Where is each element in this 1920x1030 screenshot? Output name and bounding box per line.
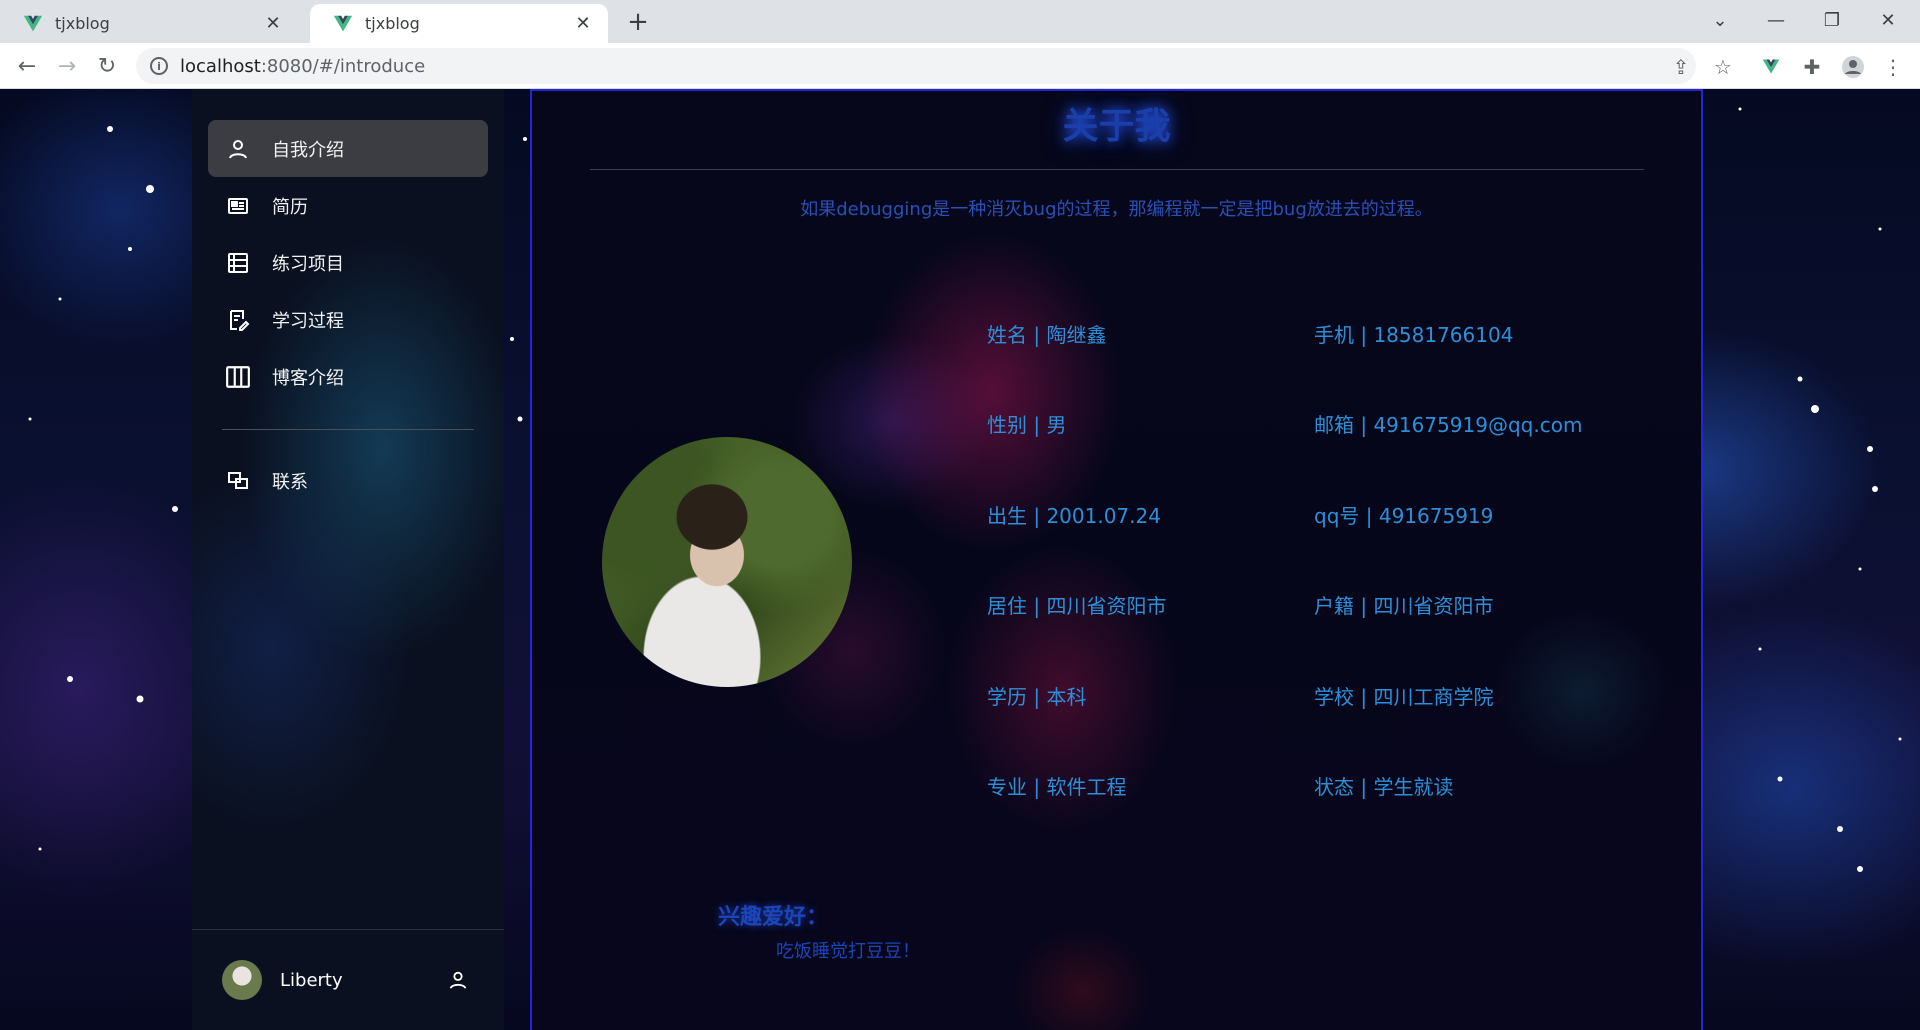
- sidebar-item-blog-intro[interactable]: 博客介绍: [208, 348, 488, 405]
- title-divider: [590, 169, 1644, 170]
- sidebar-item-label: 学习过程: [272, 310, 344, 332]
- motto-text: 如果debugging是一种消灭bug的过程，那编程就一定是把bug放进去的过程…: [800, 199, 1433, 220]
- forward-icon[interactable]: →: [50, 49, 84, 83]
- sidebar-divider: [222, 429, 474, 430]
- address-bar[interactable]: i localhost:8080/#/introduce: [136, 48, 1696, 84]
- info-residence: 居住 | 四川省资阳市: [987, 594, 1167, 618]
- url-text: localhost:8080/#/introduce: [180, 55, 426, 77]
- back-icon[interactable]: ←: [10, 49, 44, 83]
- browser-tab[interactable]: tjxblog ✕: [0, 4, 298, 43]
- close-window-button[interactable]: ✕: [1860, 0, 1916, 40]
- info-email: 邮箱 | 491675919@qq.com: [1314, 413, 1583, 437]
- info-status: 状态 | 学生就读: [1314, 775, 1454, 799]
- vue-logo-icon: [23, 15, 43, 31]
- sidebar-item-label: 自我介绍: [272, 139, 344, 161]
- sidebar-item-learning[interactable]: 学习过程: [208, 291, 488, 348]
- profile-icon[interactable]: [1836, 50, 1870, 84]
- info-education: 学历 | 本科: [987, 685, 1087, 709]
- info-qq: qq号 | 491675919: [1314, 504, 1494, 528]
- close-icon[interactable]: ✕: [572, 13, 594, 35]
- user-name: Liberty: [280, 969, 343, 991]
- extensions-icon[interactable]: ✚: [1795, 50, 1829, 84]
- avatar[interactable]: [222, 960, 262, 1000]
- sidebar-item-label: 简历: [272, 196, 308, 218]
- page-title: 关于我: [1062, 106, 1171, 147]
- user-icon[interactable]: [446, 968, 470, 992]
- user-bar: Liberty: [192, 929, 504, 1030]
- info-school: 学校 | 四川工商学院: [1314, 685, 1494, 709]
- tab-title: tjxblog: [55, 14, 110, 33]
- contact-icon: [224, 467, 252, 495]
- close-icon[interactable]: ✕: [262, 13, 284, 35]
- sidebar-item-projects[interactable]: 练习项目: [208, 234, 488, 291]
- share-icon[interactable]: ⇪: [1664, 50, 1698, 84]
- browser-tab-bar: tjxblog ✕ tjxblog ✕ + ⌄ — ❐ ✕: [0, 0, 1920, 43]
- profile-photo: [602, 437, 852, 687]
- info-gender: 性别 | 男: [987, 413, 1067, 437]
- browser-toolbar: ← → ↻ i localhost:8080/#/introduce ⇪ ☆ ✚…: [0, 43, 1920, 89]
- hobby-text: 吃饭睡觉打豆豆！: [776, 941, 920, 962]
- tab-search-icon[interactable]: ⌄: [1692, 0, 1748, 40]
- sidebar-item-label: 练习项目: [272, 253, 344, 275]
- reload-icon[interactable]: ↻: [90, 49, 124, 83]
- user-icon: [224, 135, 252, 163]
- columns-icon: [224, 363, 252, 391]
- minimize-button[interactable]: —: [1748, 0, 1804, 40]
- vue-devtools-icon[interactable]: [1754, 50, 1788, 84]
- about-panel: 关于我 如果debugging是一种消灭bug的过程，那编程就一定是把bug放进…: [530, 89, 1703, 1030]
- bookmark-star-icon[interactable]: ☆: [1706, 50, 1740, 84]
- sidebar-item-contact[interactable]: 联系: [208, 452, 488, 509]
- vue-logo-icon: [333, 15, 353, 31]
- info-name: 姓名 | 陶继鑫: [987, 323, 1107, 347]
- new-tab-button[interactable]: +: [622, 6, 654, 38]
- site-info-icon[interactable]: i: [150, 57, 168, 75]
- sidebar-item-resume[interactable]: 简历: [208, 177, 488, 234]
- edit-note-icon: [224, 306, 252, 334]
- browser-tab-active[interactable]: tjxblog ✕: [310, 4, 608, 43]
- resume-icon: [224, 192, 252, 220]
- tab-title: tjxblog: [365, 14, 420, 33]
- sidebar: 自我介绍 简历 练习项目 学习过程 博客介绍 联系 Liberty: [192, 89, 504, 1030]
- info-major: 专业 | 软件工程: [987, 775, 1127, 799]
- sidebar-item-self-intro[interactable]: 自我介绍: [208, 120, 488, 177]
- info-birth: 出生 | 2001.07.24: [987, 504, 1161, 528]
- menu-icon[interactable]: ⋮: [1876, 50, 1910, 84]
- sidebar-item-label: 博客介绍: [272, 367, 344, 389]
- hobby-title: 兴趣爱好：: [718, 905, 829, 930]
- list-icon: [224, 249, 252, 277]
- sidebar-item-label: 联系: [272, 471, 308, 493]
- info-phone: 手机 | 18581766104: [1314, 323, 1514, 347]
- info-hukou: 户籍 | 四川省资阳市: [1314, 594, 1494, 618]
- restore-button[interactable]: ❐: [1804, 0, 1860, 40]
- page-viewport: 自我介绍 简历 练习项目 学习过程 博客介绍 联系 Liberty 关于我 如果…: [0, 89, 1920, 1030]
